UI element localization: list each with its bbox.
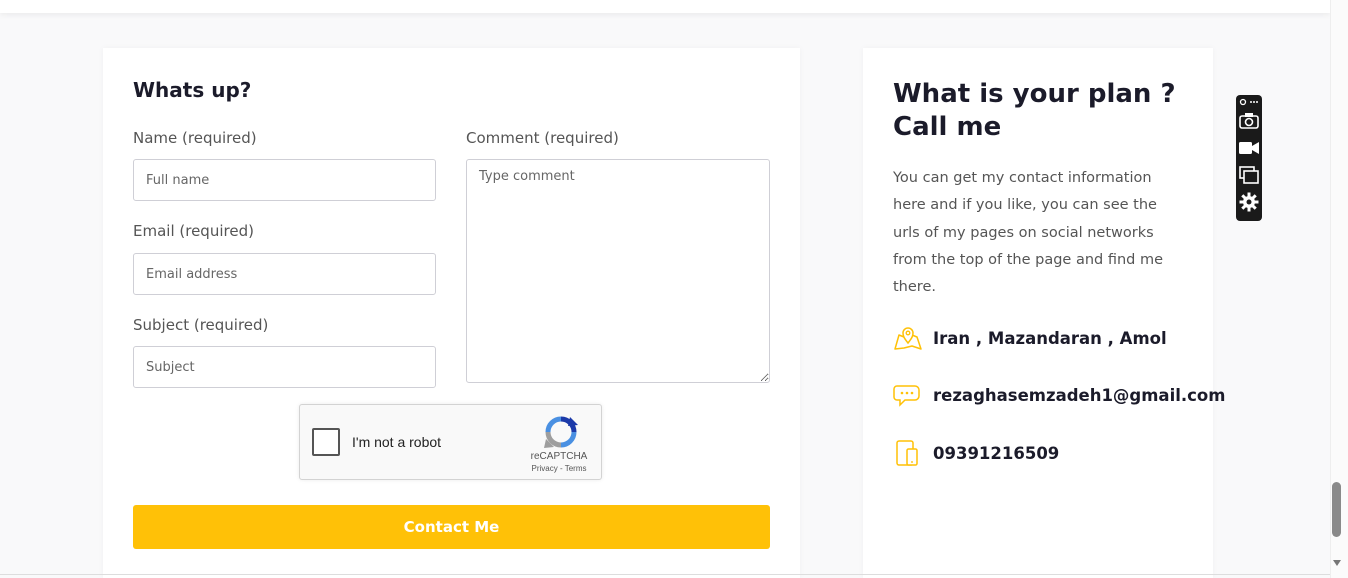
phone-text[interactable]: 09391216509 bbox=[933, 444, 1059, 463]
link-more-icon[interactable] bbox=[1239, 95, 1259, 109]
address-text: Iran , Mazandaran , Amol bbox=[933, 328, 1167, 348]
address-row: Iran , Mazandaran , Amol bbox=[893, 323, 1167, 353]
email-label: Email (required) bbox=[133, 222, 254, 240]
devices-icon bbox=[893, 438, 923, 468]
windows-icon[interactable] bbox=[1239, 165, 1259, 185]
recaptcha-widget: I'm not a robot reCAPTCHA Privacy - Term… bbox=[299, 404, 602, 480]
recaptcha-label: I'm not a robot bbox=[352, 434, 442, 450]
contact-me-button[interactable]: Contact Me bbox=[133, 505, 770, 549]
comment-textarea[interactable] bbox=[466, 159, 770, 383]
scrollbar-thumb[interactable] bbox=[1332, 482, 1341, 537]
video-camera-icon[interactable] bbox=[1239, 138, 1259, 158]
email-input[interactable] bbox=[133, 253, 436, 295]
comment-label: Comment (required) bbox=[466, 129, 619, 147]
recaptcha-checkbox[interactable] bbox=[312, 428, 340, 456]
contact-form-card: Whats up? Name (required) Email (require… bbox=[103, 48, 800, 578]
scroll-down-arrow-icon[interactable] bbox=[1331, 558, 1343, 568]
gear-icon[interactable] bbox=[1239, 192, 1259, 212]
info-title: What is your plan ? Call me bbox=[893, 79, 1176, 142]
recaptcha-brand: reCAPTCHA bbox=[530, 451, 588, 462]
chat-bubble-icon bbox=[893, 380, 923, 410]
name-label: Name (required) bbox=[133, 129, 257, 147]
recaptcha-logo-icon bbox=[544, 416, 578, 448]
subject-input[interactable] bbox=[133, 346, 436, 388]
email-row: rezaghasemzadeh1@gmail.com bbox=[893, 380, 1225, 410]
recaptcha-links[interactable]: Privacy - Terms bbox=[524, 464, 594, 473]
email-text[interactable]: rezaghasemzadeh1@gmail.com bbox=[933, 386, 1225, 405]
subject-label: Subject (required) bbox=[133, 316, 269, 334]
bottom-divider bbox=[0, 574, 1330, 575]
map-icon bbox=[893, 323, 923, 353]
header-bar bbox=[0, 0, 1330, 13]
camera-icon[interactable] bbox=[1239, 111, 1259, 131]
form-title: Whats up? bbox=[133, 78, 252, 102]
phone-row: 09391216509 bbox=[893, 438, 1059, 468]
info-description: You can get my contact information here … bbox=[893, 170, 1164, 296]
contact-info-card: What is your plan ? Call me You can get … bbox=[863, 48, 1225, 578]
extension-toolbar bbox=[1236, 95, 1262, 221]
name-input[interactable] bbox=[133, 159, 436, 201]
